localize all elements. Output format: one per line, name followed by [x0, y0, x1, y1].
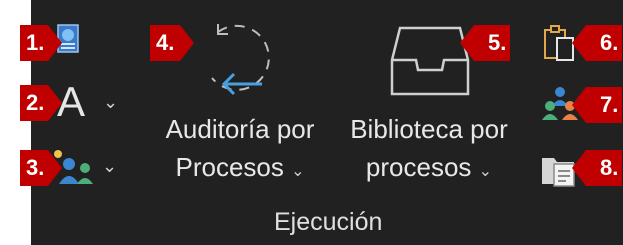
callout-6: 6. [572, 25, 622, 61]
biblioteca-label-line2: procesos ⌄ [336, 152, 522, 183]
auditoria-label-line2: Procesos ⌄ [150, 152, 330, 183]
biblioteca-label-line1: Biblioteca por [350, 114, 508, 144]
clipboard-copy-icon [544, 25, 574, 61]
callout-7: 7. [572, 87, 622, 123]
auditoria-label-line1: Auditoría por [165, 114, 315, 144]
callout-4: 4. [150, 25, 194, 61]
refresh-arrow-icon [211, 24, 270, 96]
font-button[interactable]: A ⌄ [55, 78, 125, 126]
callout-1: 1. [20, 25, 62, 61]
chevron-down-icon: ⌄ [478, 163, 493, 180]
biblioteca-label-text: procesos [365, 152, 472, 182]
callout-5: 5. [460, 25, 510, 61]
clipboard-copy-button[interactable] [543, 24, 575, 62]
chevron-down-icon: ⌄ [102, 156, 118, 176]
chevron-down-icon: ⌄ [291, 163, 305, 180]
chevron-down-icon: ⌄ [103, 92, 119, 112]
callout-2: 2. [20, 85, 62, 121]
users-settings-button[interactable]: ⌄ [52, 148, 122, 188]
callout-3: 3. [20, 150, 62, 186]
auditoria-label-text: Procesos [175, 152, 284, 182]
callout-8: 8. [572, 150, 622, 186]
group-label-ejecucion: Ejecución [274, 208, 383, 236]
